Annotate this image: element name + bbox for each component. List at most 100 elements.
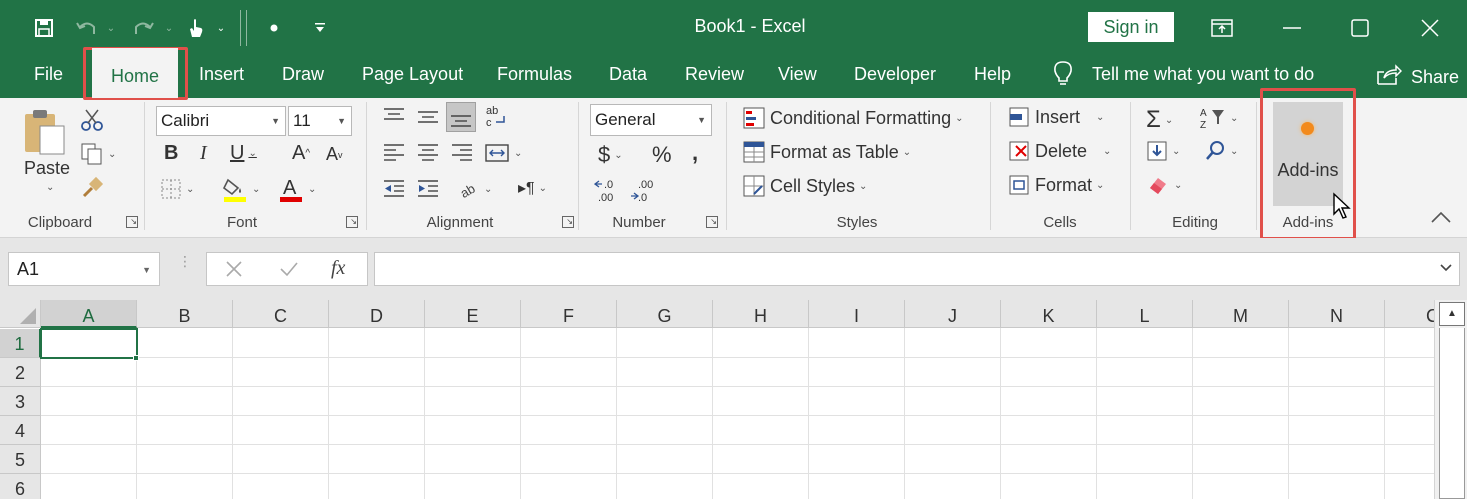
expand-formula-bar-icon[interactable] [1439, 263, 1453, 273]
column-header[interactable]: H [713, 300, 809, 328]
column-header[interactable]: B [137, 300, 233, 328]
scroll-up-arrow-icon[interactable]: ▲ [1439, 302, 1465, 326]
row-header[interactable]: 3 [0, 387, 41, 416]
column-header[interactable]: J [905, 300, 1001, 328]
close-icon[interactable] [1414, 12, 1446, 44]
tell-me-search[interactable]: Tell me what you want to do [1092, 64, 1314, 90]
font-size-combo[interactable]: 11 ▼ [288, 106, 352, 136]
insert-function-icon[interactable]: fx [331, 257, 345, 280]
tab-formulas[interactable]: Formulas [497, 64, 572, 90]
undo-icon[interactable] [72, 12, 102, 44]
font-color-icon[interactable]: A ⌄ [278, 176, 316, 202]
text-direction-icon[interactable]: ab ⌄ [458, 178, 492, 200]
orientation-icon[interactable]: ab c [484, 104, 508, 130]
conditional-formatting-button[interactable]: Conditional Formatting ⌄ [742, 106, 963, 130]
row-header[interactable]: 1 [0, 329, 41, 358]
row-header[interactable]: 2 [0, 358, 41, 387]
column-header[interactable]: C [1385, 300, 1434, 328]
worksheet-grid[interactable]: ABCDEFGHIJKLMNC 123456 [0, 300, 1434, 499]
chevron-down-icon[interactable]: ▼ [337, 116, 346, 126]
bottom-align-icon[interactable] [446, 102, 476, 132]
share-button[interactable]: Share [1411, 67, 1459, 93]
row-header[interactable]: 5 [0, 445, 41, 474]
find-select-icon[interactable]: ⌄ [1204, 140, 1238, 162]
column-header[interactable]: C [233, 300, 329, 328]
scrollbar-track[interactable] [1439, 328, 1465, 499]
redo-icon[interactable] [128, 12, 158, 44]
number-launcher-icon[interactable]: ↘ [706, 216, 718, 228]
sign-in-button[interactable]: Sign in [1088, 12, 1174, 42]
increase-font-icon[interactable]: A ^ [292, 142, 310, 165]
touch-dropdown-icon[interactable]: ⌄ [214, 12, 228, 44]
autosum-icon[interactable]: Σ ⌄ [1146, 106, 1173, 134]
font-name-combo[interactable]: Calibri ▼ [156, 106, 286, 136]
align-right-icon[interactable] [450, 142, 474, 164]
touch-mode-icon[interactable] [182, 12, 208, 44]
maximize-icon[interactable] [1344, 12, 1376, 44]
select-all-corner[interactable] [0, 300, 41, 328]
paste-dropdown-icon[interactable]: ⌄ [46, 182, 54, 193]
underline-icon[interactable]: U ⌄ [230, 142, 257, 165]
decrease-font-icon[interactable]: Av [326, 144, 343, 165]
align-left-icon[interactable] [382, 142, 406, 164]
column-header[interactable]: K [1001, 300, 1097, 328]
fill-icon[interactable]: ⌄ [1146, 140, 1180, 162]
currency-icon[interactable]: $ ⌄ [598, 142, 623, 168]
column-header[interactable]: M [1193, 300, 1289, 328]
row-header[interactable]: 6 [0, 474, 41, 499]
format-cells-button[interactable]: Format ⌄ [1008, 174, 1104, 196]
align-center-icon[interactable] [416, 142, 440, 164]
column-header[interactable]: D [329, 300, 425, 328]
borders-icon[interactable]: ⌄ [160, 178, 194, 200]
ribbon-display-icon[interactable] [1206, 12, 1238, 44]
bold-icon[interactable]: B [164, 142, 178, 165]
share-icon[interactable] [1376, 62, 1402, 88]
customize-qat-icon[interactable] [310, 12, 330, 44]
copy-icon[interactable]: ⌄ [80, 142, 116, 166]
increase-indent-icon[interactable] [416, 178, 440, 200]
formula-input[interactable] [374, 252, 1460, 286]
confirm-entry-icon[interactable] [279, 260, 299, 278]
percent-icon[interactable]: % [652, 142, 672, 168]
clipboard-launcher-icon[interactable]: ↘ [126, 216, 138, 228]
column-header[interactable]: G [617, 300, 713, 328]
cancel-entry-icon[interactable] [225, 260, 243, 278]
minimize-icon[interactable] [1276, 12, 1308, 44]
chevron-down-icon[interactable]: ▼ [697, 115, 706, 125]
column-header[interactable]: F [521, 300, 617, 328]
format-painter-icon[interactable] [80, 176, 104, 200]
tab-insert[interactable]: Insert [199, 64, 244, 90]
format-as-table-button[interactable]: Format as Table ⌄ [742, 140, 911, 164]
decrease-indent-icon[interactable] [382, 178, 406, 200]
tab-review[interactable]: Review [685, 64, 744, 90]
lightbulb-icon[interactable] [1052, 60, 1074, 86]
column-header[interactable]: I [809, 300, 905, 328]
paragraph-direction-icon[interactable]: ▸¶ ⌄ [518, 178, 547, 198]
italic-icon[interactable]: I [200, 142, 207, 165]
top-align-icon[interactable] [382, 106, 406, 128]
delete-cells-button[interactable]: Delete ⌄ [1008, 140, 1111, 162]
redo-dropdown-icon[interactable]: ⌄ [162, 12, 176, 44]
column-header[interactable]: N [1289, 300, 1385, 328]
save-icon[interactable] [28, 12, 60, 44]
comma-style-icon[interactable]: , [692, 140, 698, 166]
drag-handle-icon[interactable]: ⋮ [178, 254, 192, 268]
paste-icon[interactable] [22, 108, 66, 158]
row-header[interactable]: 4 [0, 416, 41, 445]
tab-help[interactable]: Help [974, 64, 1011, 90]
decrease-decimal-icon[interactable]: .00.0 [630, 178, 660, 204]
middle-align-icon[interactable] [416, 106, 440, 128]
tab-home[interactable]: Home [92, 48, 178, 98]
clear-icon[interactable]: ⌄ [1146, 174, 1182, 196]
tab-view[interactable]: View [778, 64, 817, 90]
column-header[interactable]: A [41, 300, 137, 328]
active-cell[interactable] [40, 328, 138, 359]
undo-dropdown-icon[interactable]: ⌄ [104, 12, 118, 44]
dot-icon[interactable] [264, 12, 284, 44]
cell-styles-button[interactable]: Cell Styles ⌄ [742, 174, 867, 198]
tab-file[interactable]: File [34, 64, 63, 90]
sort-filter-icon[interactable]: AZ ⌄ [1200, 106, 1238, 130]
insert-cells-button[interactable]: Insert ⌄ [1008, 106, 1104, 128]
alignment-launcher-icon[interactable]: ↘ [562, 216, 574, 228]
paste-button-label[interactable]: Paste [24, 158, 70, 179]
